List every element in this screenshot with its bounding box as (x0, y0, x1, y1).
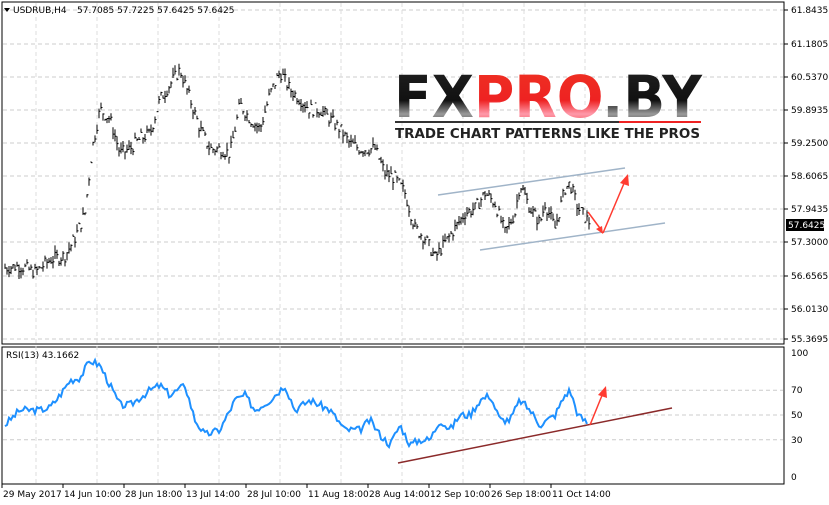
time-tick-label: 12 Sep 10:00 (430, 490, 490, 500)
rsi-pane (1, 346, 785, 485)
rsi-axis: 100 70 50 30 0 (791, 349, 808, 483)
chart-canvas[interactable]: 61.8435 61.1805 60.5370 59.8935 59.2500 58.60… (0, 0, 829, 505)
time-tick-label: 11 Oct 14:00 (552, 490, 611, 500)
time-tick-label: 14 Jun 10:00 (64, 490, 121, 500)
price-tick-label: 56.0130 (791, 305, 828, 315)
time-tick-label: 13 Jul 14:00 (186, 490, 240, 500)
rsi-tick-label: 70 (791, 386, 803, 396)
time-tick-label: 28 Jun 18:00 (125, 490, 182, 500)
rsi-tick-label: 50 (791, 411, 803, 421)
time-tick-label: 28 Jul 10:00 (247, 490, 301, 500)
price-tick-label: 58.6065 (791, 172, 828, 182)
price-tick-label: 59.2500 (791, 139, 828, 149)
price-pane (1, 1, 785, 345)
svg-text:TRADE CHART PATTERNS LIKE THE: TRADE CHART PATTERNS LIKE THE PROS (395, 127, 700, 142)
rsi-tick-label: 0 (791, 473, 797, 483)
price-axis: 61.8435 61.1805 60.5370 59.8935 59.2500 58.60… (784, 6, 828, 345)
svg-text:FXPRO.BY: FXPRO.BY (394, 63, 703, 131)
price-tick-label: 60.5370 (791, 73, 828, 83)
price-tick-label: 57.9435 (791, 205, 828, 215)
rsi-label: RSI(13) 43.1662 (6, 351, 79, 361)
time-tick-label: 26 Sep 18:00 (491, 490, 551, 500)
time-tick-label: 29 May 2017 (3, 490, 62, 500)
price-tick-label: 55.3695 (791, 335, 828, 345)
time-tick-label: 28 Aug 14:00 (369, 490, 430, 500)
ohlc-values: 57.7085 57.7225 57.6425 57.6425 (77, 6, 234, 16)
price-tick-label: 61.1805 (791, 40, 828, 50)
rsi-tick-label: 30 (791, 436, 803, 446)
price-tick-label: 57.3000 (791, 238, 828, 248)
price-tick-label: 61.8435 (791, 6, 828, 16)
price-tick-label: 59.8935 (791, 106, 828, 116)
time-tick-label: 11 Aug 18:00 (308, 490, 369, 500)
time-axis: 29 May 2017 14 Jun 10:00 28 Jun 18:00 13 Ju… (1, 484, 611, 500)
current-price-label: 57.6425 (788, 221, 825, 231)
rsi-tick-label: 100 (791, 349, 808, 359)
fxpro-logo: FXPRO.BY TRADE CHART PATTERNS LIKE THE P… (394, 63, 703, 142)
price-tick-label: 56.6565 (791, 272, 828, 282)
symbol-label: USDRUB,H4 (13, 6, 67, 16)
